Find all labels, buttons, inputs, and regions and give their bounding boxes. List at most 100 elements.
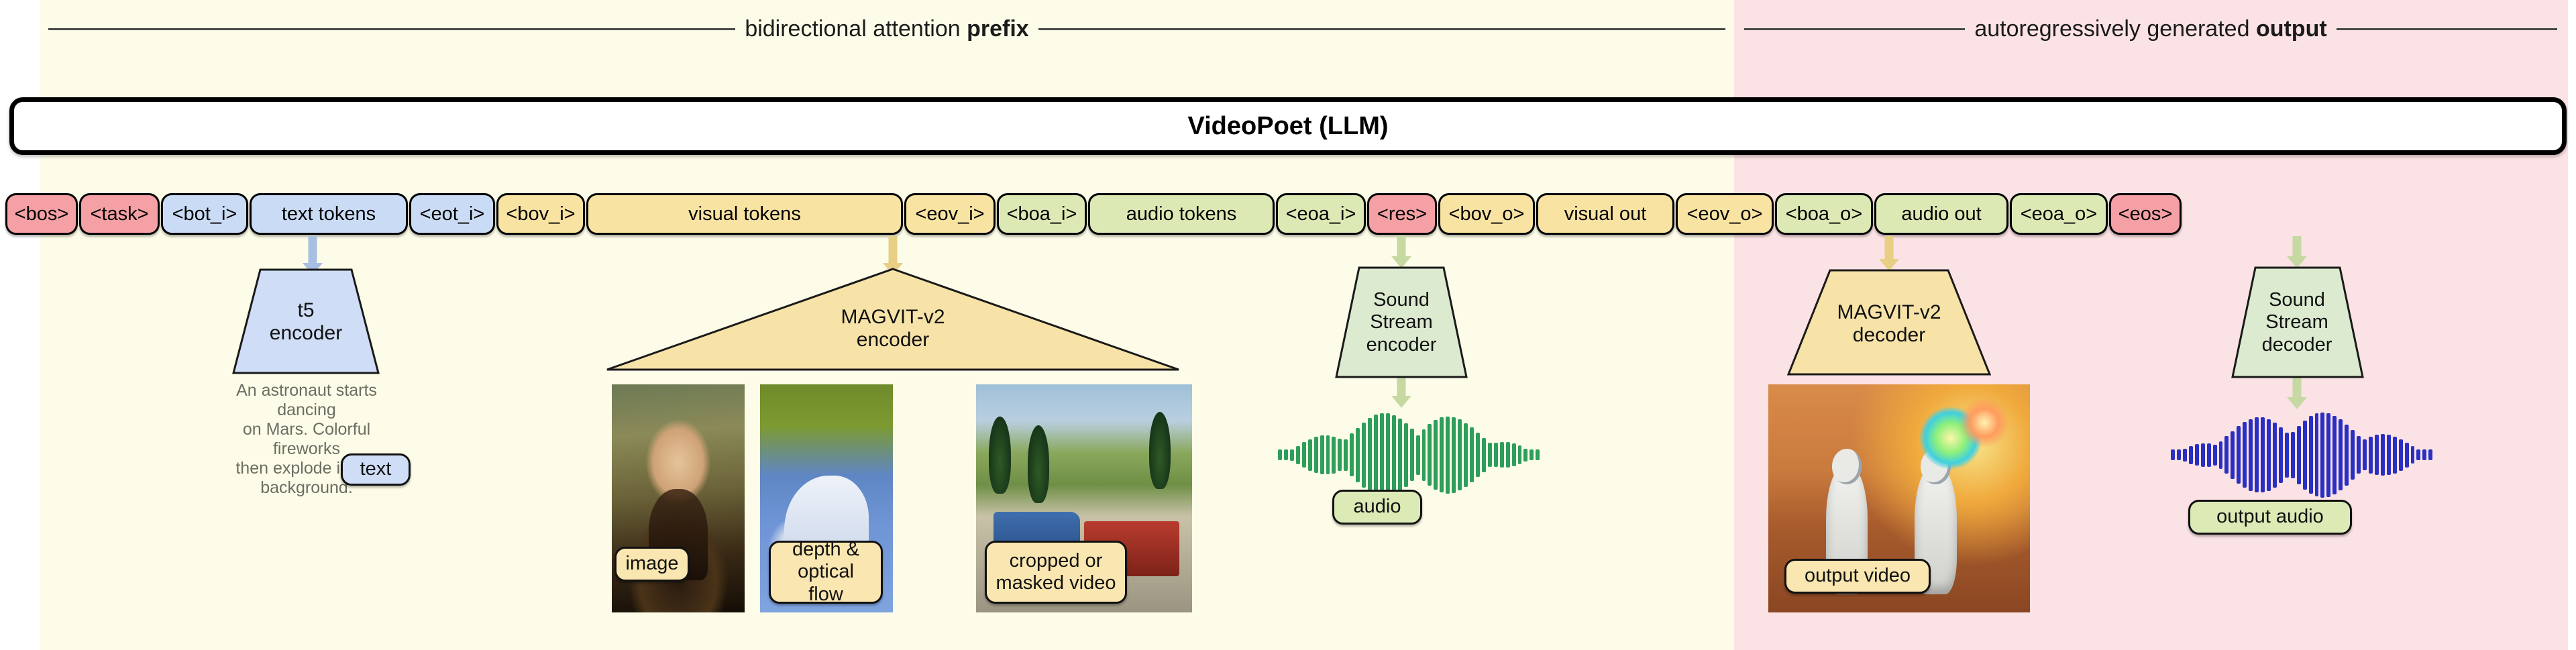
waveform-bar <box>2357 436 2361 474</box>
token-boa-i: <boa_i> <box>997 193 1087 235</box>
waveform-bar <box>2206 443 2211 467</box>
waveform-bar <box>2326 413 2331 497</box>
waveform-bar <box>2416 449 2421 460</box>
waveform-bar <box>1487 443 1492 467</box>
waveform-bar <box>2261 417 2265 492</box>
depth-flow-pill-label: depth & optical flow <box>769 539 883 605</box>
waveform-bar <box>1289 449 1294 461</box>
output-video-pill-label: output video <box>1784 559 1931 594</box>
waveform-bar <box>2231 431 2235 479</box>
token-visual-tokens: visual tokens <box>586 193 903 235</box>
waveform-bar <box>2345 424 2349 486</box>
waveform-bar <box>1313 437 1318 473</box>
waveform-bar <box>2200 443 2205 467</box>
waveform-bar <box>1362 422 1366 488</box>
waveform-bar <box>2296 425 2301 484</box>
waveform-bar <box>1350 433 1354 476</box>
waveform-bar <box>2302 420 2307 490</box>
output-header: autoregressively generated output <box>1744 12 2557 46</box>
waveform-bar <box>1409 429 1414 481</box>
arrow-soundstream-encoder-to-audio <box>1391 377 1411 408</box>
waveform-bar <box>1283 449 1288 460</box>
waveform-bar <box>2386 435 2391 475</box>
waveform-bar <box>1499 442 1504 468</box>
waveform-bar <box>1440 417 1444 492</box>
token-text-tokens: text tokens <box>250 193 408 235</box>
waveform-bar <box>1278 449 1282 460</box>
waveform-bar <box>1385 413 1390 497</box>
arrow-audio-out-to-soundstream-decoder <box>2287 236 2307 268</box>
waveform-bar <box>1517 445 1522 464</box>
waveform-bar <box>1529 449 1534 460</box>
waveform-bar <box>1470 427 1474 482</box>
token-eov-o: <eov_o> <box>1676 193 1774 235</box>
waveform-bar <box>2284 432 2289 478</box>
waveform-bar <box>2332 415 2337 494</box>
arrow-audio-tokens-to-soundstream-encoder <box>1391 236 1411 268</box>
waveform-bar <box>2422 449 2427 460</box>
waveform-bar <box>2314 413 2319 496</box>
output-audio-waveform <box>2171 411 2433 499</box>
waveform-bar <box>1434 420 1438 490</box>
waveform-bar <box>2374 435 2379 475</box>
waveform-bar <box>2182 448 2187 462</box>
waveform-bar <box>2224 436 2229 474</box>
waveform-bar <box>2243 422 2247 488</box>
waveform-bar <box>1391 415 1396 495</box>
waveform-bar <box>1481 437 1486 472</box>
waveform-bar <box>2188 445 2193 464</box>
waveform-bar <box>2255 417 2259 492</box>
token-task: <task> <box>79 193 160 235</box>
waveform-bar <box>1458 419 1462 490</box>
waveform-bar <box>1428 424 1432 486</box>
waveform-bar <box>1403 423 1408 487</box>
waveform-bar <box>1326 435 1330 474</box>
text-pill-label: text <box>341 453 411 486</box>
waveform-bar <box>2392 436 2397 474</box>
header-rule-right <box>2336 28 2557 30</box>
waveform-bar <box>2308 416 2313 494</box>
waveform-bar <box>1368 418 1372 492</box>
audio-pill-label: audio <box>1332 490 1422 525</box>
arrow-visual-out-to-magvit-decoder <box>1879 236 1899 271</box>
waveform-bar <box>1397 418 1402 492</box>
token-bot-i: <bot_i> <box>161 193 248 235</box>
token-bov-i: <bov_i> <box>496 193 585 235</box>
waveform-bar <box>1464 423 1468 487</box>
token-bov-o: <bov_o> <box>1438 193 1535 235</box>
waveform-bar <box>1505 442 1510 468</box>
waveform-bar <box>2398 439 2403 471</box>
waveform-bar <box>1338 439 1342 471</box>
prefix-header-label: bidirectional attention prefix <box>745 16 1029 42</box>
videopoet-llm-label: VideoPoet (LLM) <box>1187 111 1389 140</box>
token-boa-o: <boa_o> <box>1775 193 1873 235</box>
waveform-bar <box>1493 443 1498 467</box>
token-bos: <bos> <box>5 193 78 235</box>
waveform-bar <box>1415 435 1420 475</box>
waveform-bar <box>1523 448 1528 462</box>
diagram-canvas: bidirectional attention prefix autoregre… <box>0 0 2576 650</box>
waveform-bar <box>2272 422 2277 488</box>
waveform-bar <box>1320 435 1324 474</box>
waveform-bar <box>1421 429 1426 481</box>
token-visual-out: visual out <box>1536 193 1674 235</box>
waveform-bar <box>2176 449 2181 460</box>
token-audio-tokens: audio tokens <box>1088 193 1275 235</box>
image-pill-label: image <box>614 547 690 582</box>
waveform-bar <box>1332 436 1336 474</box>
waveform-bar <box>2339 419 2343 490</box>
waveform-bar <box>1536 449 1540 460</box>
waveform-bar <box>2171 449 2175 460</box>
waveform-bar <box>1356 427 1360 482</box>
token-eoa-i: <eoa_i> <box>1276 193 1366 235</box>
output-header-label: autoregressively generated output <box>1974 16 2327 42</box>
waveform-bar <box>2428 449 2433 460</box>
waveform-bar <box>2218 441 2223 469</box>
token-sequence-strip: <bos> <task> <bot_i> text tokens <eot_i> <bov… <box>5 193 2182 235</box>
waveform-bar <box>1511 443 1516 466</box>
waveform-bar <box>2212 444 2217 466</box>
waveform-bar <box>2290 431 2295 478</box>
waveform-bar <box>2404 442 2409 468</box>
token-eot-i: <eot_i> <box>409 193 495 235</box>
waveform-bar <box>2237 426 2241 484</box>
